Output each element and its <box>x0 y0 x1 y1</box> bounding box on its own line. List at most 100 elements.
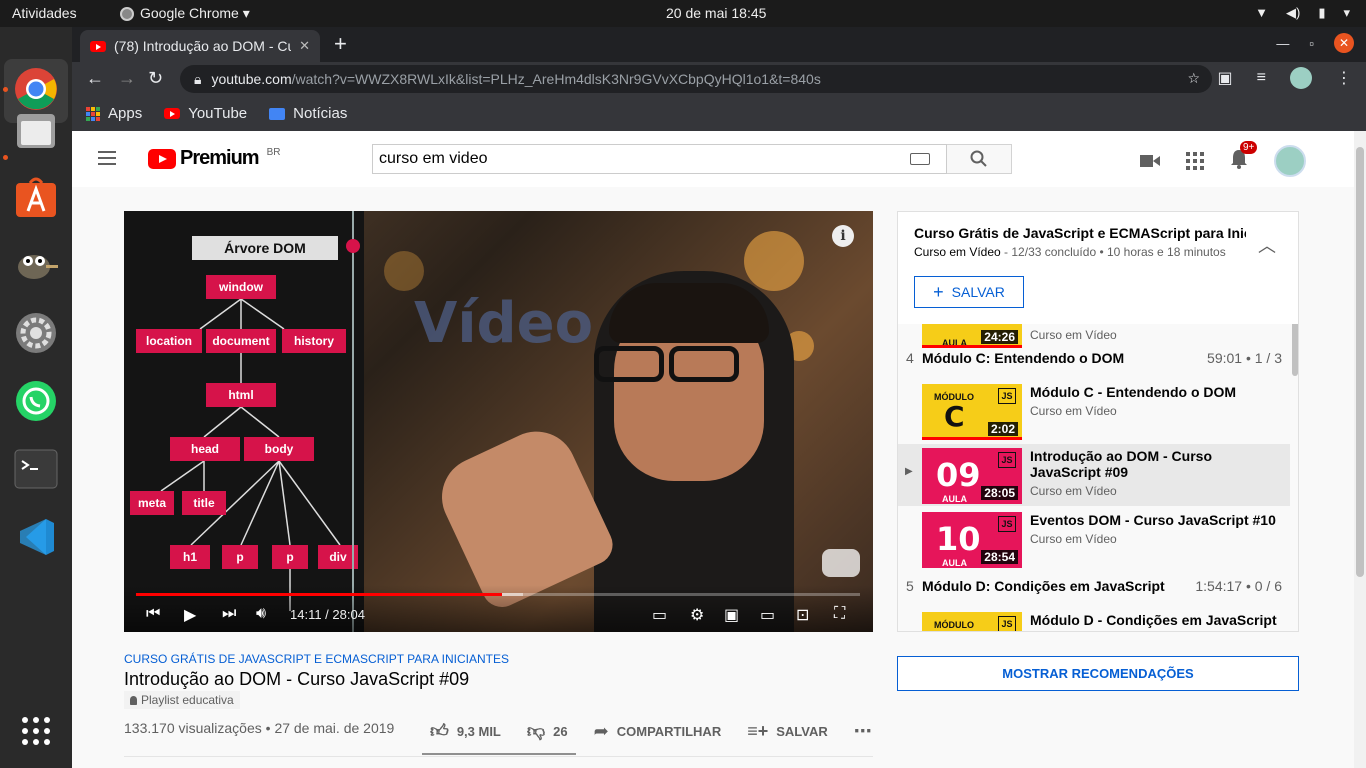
item-title: Módulo C - Entendendo o DOM <box>1030 384 1237 400</box>
share-arrow-icon: ➦ <box>593 720 609 741</box>
whatsapp-icon[interactable] <box>12 377 60 425</box>
info-icon[interactable]: i <box>832 225 854 247</box>
more-actions-icon[interactable]: ⋯ <box>854 721 872 742</box>
playlist-link[interactable]: CURSO GRÁTIS DE JAVASCRIPT E ECMASCRIPT … <box>124 652 509 666</box>
share-button[interactable]: ➦ COMPARTILHAR <box>594 721 722 742</box>
now-playing-icon: ▶ <box>905 466 913 477</box>
volume-icon[interactable]: ◀) <box>1286 5 1300 21</box>
show-applications-icon[interactable] <box>12 707 60 755</box>
theater-mode-icon[interactable]: ▭ <box>760 605 775 625</box>
tab-strip: (78) Introdução ao DOM - Curso JavaScrip… <box>72 27 1366 62</box>
playlist-items[interactable]: AULA 24:26 Curso em Vídeo 4 Módulo C: En… <box>898 292 1298 631</box>
apps-grid-icon[interactable] <box>1186 152 1204 170</box>
battery-icon[interactable]: ▮ <box>1318 5 1325 21</box>
volume-icon[interactable]: 🔊︎ <box>256 605 266 623</box>
bookmark-noticias[interactable]: Notícias <box>269 105 347 122</box>
next-icon[interactable]: ⏭︎ <box>222 605 236 623</box>
item-title: Eventos DOM - Curso JavaScript #10 <box>1030 512 1276 528</box>
save-button[interactable]: ≡+ SALVAR <box>747 721 828 742</box>
playlist-item-current[interactable]: ▶ 09 AULA JS 28:05 Introdução ao DOM - C… <box>898 444 1290 506</box>
playlist-item[interactable]: 10 AULA JS 28:54 Eventos DOM - Curso Jav… <box>898 508 1290 570</box>
playlist-channel[interactable]: Curso em Vídeo <box>914 245 1001 259</box>
like-button[interactable]: 👍︎ 9,3 MIL <box>430 720 501 742</box>
activities-button[interactable]: Atividades <box>12 5 77 21</box>
search-box[interactable] <box>372 144 947 174</box>
search-button[interactable] <box>947 144 1012 174</box>
chrome-icon[interactable] <box>12 65 60 113</box>
collapse-chevron-icon[interactable]: ︿ <box>1258 232 1276 258</box>
address-bar[interactable]: 🔒︎ youtube.com/watch?v=WWZX8RWLxIk&list=… <box>180 65 1212 93</box>
save-label: SALVAR <box>951 284 1005 300</box>
bookmark-star-icon[interactable]: ☆ <box>1187 70 1200 87</box>
bookmark-youtube[interactable]: YouTube <box>164 105 247 122</box>
close-tab-icon[interactable]: ✕ <box>299 38 310 54</box>
show-recommendations-button[interactable]: MOSTRAR RECOMENDAÇÕES <box>897 656 1299 691</box>
account-avatar[interactable] <box>1274 145 1306 177</box>
reload-icon[interactable]: ↻ <box>148 68 163 89</box>
youtube-premium-logo[interactable]: Premium BR <box>148 147 281 170</box>
gimp-icon[interactable] <box>12 241 60 289</box>
keyboard-icon[interactable] <box>910 153 930 165</box>
forward-arrow-icon[interactable]: → <box>118 68 136 89</box>
page-scrollbar-thumb[interactable] <box>1356 147 1364 577</box>
cast-icon[interactable]: ⊡ <box>796 605 809 625</box>
profile-avatar[interactable] <box>1290 67 1312 89</box>
vscode-icon[interactable] <box>12 513 60 561</box>
like-ratio-bar <box>422 753 576 755</box>
section-name: Módulo C: Entendendo o DOM <box>922 350 1125 366</box>
video-player[interactable]: Vídeo Árvore DOM window location documen… <box>124 211 873 632</box>
play-icon[interactable]: ▶ <box>184 605 196 625</box>
playlist-scrollbar[interactable] <box>1292 320 1298 376</box>
previous-icon[interactable]: ⏮︎ <box>146 605 160 623</box>
search-input[interactable] <box>373 145 910 173</box>
js-badge: JS <box>998 388 1016 404</box>
maximize-icon[interactable]: ▫ <box>1309 36 1314 51</box>
software-center-icon[interactable] <box>12 173 60 221</box>
dislike-button[interactable]: 👎︎ 26 <box>527 720 568 742</box>
bookmark-apps[interactable]: Apps <box>86 105 142 122</box>
settings-gear-icon[interactable]: ⚙ <box>690 605 704 625</box>
playlist-save-button[interactable]: + SALVAR <box>914 276 1024 308</box>
chrome-small-icon <box>120 6 134 21</box>
terminal-icon[interactable] <box>12 445 60 493</box>
played-bar <box>136 593 502 596</box>
new-tab-icon[interactable]: + <box>334 31 347 57</box>
playlist-item[interactable]: MÓDULO C JS 2:02 Módulo C - Entendendo o… <box>898 380 1290 442</box>
files-icon[interactable] <box>12 107 60 155</box>
subtitles-icon[interactable]: ▭ <box>652 605 667 625</box>
playlist-title[interactable]: Curso Grátis de JavaScript e ECMAScript … <box>914 225 1246 241</box>
dom-node: p <box>272 545 308 569</box>
system-tray[interactable]: ▼ ◀) ▮ ▾ <box>1255 5 1350 21</box>
extension-icon[interactable]: ▣ <box>1218 68 1233 88</box>
kebab-menu-icon[interactable]: ⋮ <box>1336 68 1352 88</box>
progress-bar[interactable] <box>136 593 860 596</box>
apps-grid-icon <box>86 106 100 121</box>
notifications-bell-icon[interactable]: 9+ <box>1230 140 1258 174</box>
app-menu-label: Google Chrome ▾ <box>140 5 250 21</box>
close-window-icon[interactable]: ✕ <box>1334 33 1354 53</box>
youtube-favicon-icon <box>164 108 181 119</box>
presenter-hair <box>609 283 769 343</box>
wifi-icon[interactable]: ▼ <box>1255 5 1268 21</box>
playlist-item[interactable]: MÓDULO JS Módulo D - Condições em JavaSc… <box>898 608 1290 631</box>
educational-playlist-chip[interactable]: Playlist educativa <box>124 691 240 709</box>
media-queue-icon[interactable]: ≡ <box>1257 69 1266 87</box>
clock[interactable]: 20 de mai 18:45 <box>666 5 766 21</box>
dom-node: history <box>282 329 346 353</box>
create-video-icon[interactable] <box>1140 153 1160 169</box>
masthead-actions: 9+ <box>1140 140 1306 177</box>
back-arrow-icon[interactable]: ← <box>86 68 104 89</box>
power-menu-chevron-icon[interactable]: ▾ <box>1343 5 1350 21</box>
minimize-icon[interactable]: — <box>1276 36 1289 51</box>
bookmark-label: Apps <box>108 105 143 122</box>
search-icon <box>970 150 987 167</box>
menu-hamburger-icon[interactable] <box>98 151 116 169</box>
tab-youtube[interactable]: (78) Introdução ao DOM - Curso JavaScrip… <box>80 30 320 62</box>
page-scrollbar[interactable] <box>1354 131 1366 768</box>
lock-icon[interactable]: 🔒︎ <box>194 71 201 88</box>
section-meta: 1:54:17 • 0 / 6 <box>1195 578 1282 594</box>
settings-gear-icon[interactable] <box>12 309 60 357</box>
fullscreen-icon[interactable]: ⛶ <box>834 605 845 623</box>
app-menu[interactable]: Google Chrome ▾ <box>120 5 250 22</box>
miniplayer-icon[interactable]: ▣ <box>724 605 739 625</box>
